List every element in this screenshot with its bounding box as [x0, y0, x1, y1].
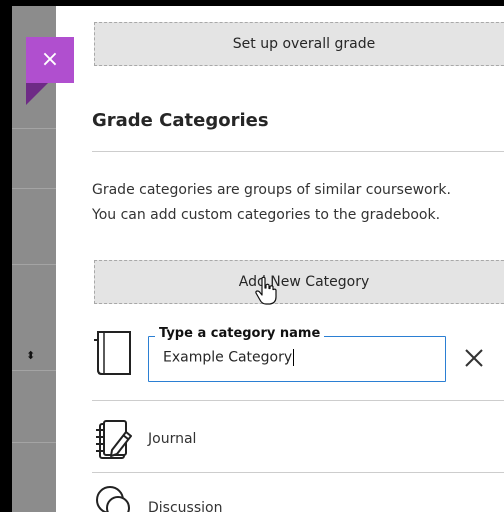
- journal-icon: [96, 420, 132, 459]
- description-line: Grade categories are groups of similar c…: [92, 182, 451, 198]
- sort-icon[interactable]: ⬍: [26, 350, 35, 361]
- background-row-divider: [12, 128, 56, 129]
- description: Grade categories are groups of similar c…: [92, 178, 504, 228]
- background-row-divider: [12, 442, 56, 443]
- page-title: Grade Categories: [92, 110, 269, 131]
- divider: [92, 151, 504, 152]
- grade-categories-panel: Set up overall grade Grade Categories Gr…: [56, 6, 504, 512]
- close-tab-fold: [26, 83, 48, 105]
- description-line: You can add custom categories to the gra…: [92, 207, 441, 223]
- close-icon: ×: [40, 47, 60, 72]
- category-item-journal[interactable]: Journal: [148, 431, 196, 447]
- category-name-value: Example Category: [163, 349, 293, 366]
- cancel-category-icon[interactable]: [462, 346, 486, 370]
- screen: ⬍ × Set up overall grade Grade Categorie…: [0, 0, 504, 512]
- text-caret: [293, 349, 295, 366]
- discussion-icon: [96, 486, 130, 512]
- divider: [92, 472, 504, 473]
- divider: [92, 400, 504, 401]
- category-item-discussion[interactable]: Discussion: [148, 500, 222, 512]
- background-row-divider: [12, 264, 56, 265]
- background-row-divider: [12, 188, 56, 189]
- category-name-field[interactable]: Type a category name Example Category: [148, 326, 446, 382]
- category-name-label: Type a category name: [155, 326, 325, 341]
- set-up-overall-grade-label: Set up overall grade: [232, 36, 376, 52]
- category-name-input[interactable]: Example Category: [163, 349, 295, 366]
- close-panel-button[interactable]: ×: [26, 37, 74, 83]
- set-up-overall-grade-button[interactable]: Set up overall grade: [94, 22, 504, 66]
- background-row-divider: [12, 370, 56, 371]
- add-new-category-button[interactable]: Add New Category: [94, 260, 504, 304]
- book-icon: [94, 331, 131, 375]
- hand-pointer-cursor-icon: [255, 276, 277, 305]
